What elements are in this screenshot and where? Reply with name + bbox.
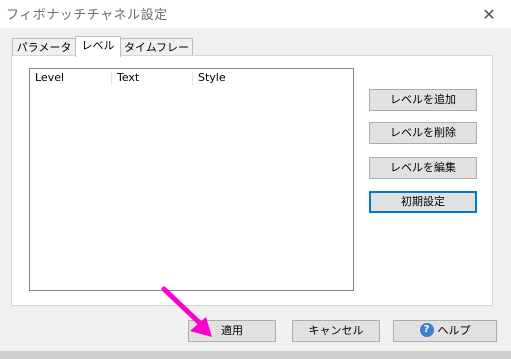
add-level-button[interactable]: レベルを追加 — [369, 89, 477, 111]
reset-defaults-button[interactable]: 初期設定 — [369, 191, 477, 213]
edit-level-button[interactable]: レベルを編集 — [369, 157, 477, 179]
background-window-strip — [0, 351, 511, 359]
close-icon[interactable]: ✕ — [467, 0, 511, 28]
column-header-level[interactable]: Level — [30, 69, 112, 87]
question-circle-icon: ? — [419, 323, 434, 337]
pointer-arrow-icon — [161, 286, 212, 337]
cancel-button[interactable]: キャンセル — [292, 320, 380, 342]
help-button[interactable]: ? ヘルプ — [393, 320, 497, 342]
tab-parameters[interactable]: パラメーター — [12, 38, 76, 71]
delete-level-button[interactable]: レベルを削除 — [369, 122, 477, 144]
tab-levels[interactable]: レベル — [75, 36, 121, 57]
title-bar: フィボナッチチャネル設定 ✕ — [0, 0, 511, 28]
column-header-style[interactable]: Style — [193, 69, 353, 87]
levels-list[interactable]: Level Text Style — [29, 68, 354, 291]
window-title: フィボナッチチャネル設定 — [6, 8, 168, 23]
tab-timeframe[interactable]: タイムフレーム — [120, 38, 193, 71]
column-header-text[interactable]: Text — [112, 69, 193, 87]
list-header: Level Text Style — [30, 69, 353, 87]
help-button-label: ヘルプ — [437, 324, 471, 337]
